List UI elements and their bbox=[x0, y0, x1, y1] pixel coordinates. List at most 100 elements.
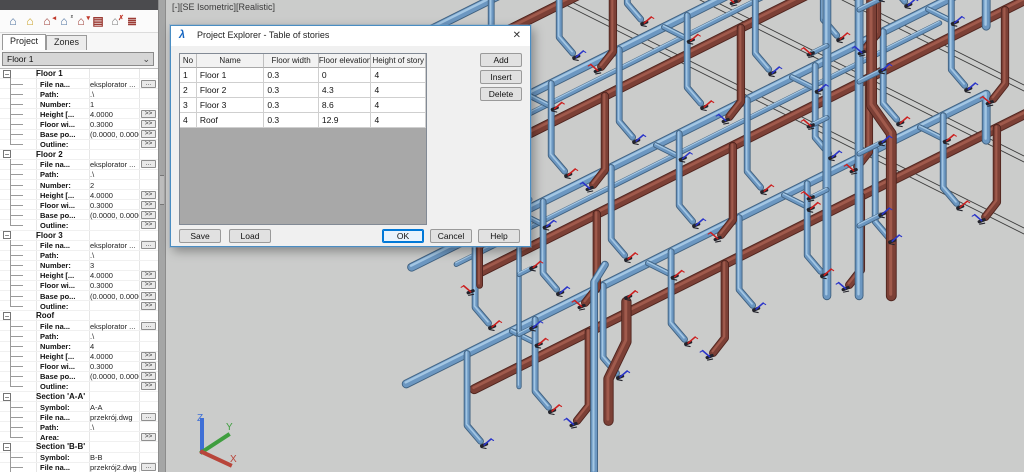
collapse-box-icon[interactable]: − bbox=[3, 150, 11, 158]
tree-node-header[interactable]: −Floor 1 bbox=[0, 69, 158, 79]
tree-prop-row[interactable]: Symbol:B-B bbox=[0, 453, 158, 463]
expand-value-button[interactable]: >> bbox=[141, 292, 156, 300]
house-delete-icon[interactable]: ⌂✗ bbox=[108, 14, 122, 29]
tree-prop-row[interactable]: Base po...(0.0000, 0.0000>> bbox=[0, 130, 158, 140]
table-cell[interactable]: 4 bbox=[371, 113, 426, 128]
table-cell[interactable]: 4.3 bbox=[319, 83, 372, 98]
table-cell[interactable]: Floor 2 bbox=[197, 83, 264, 98]
column-header[interactable]: No bbox=[180, 54, 197, 68]
expand-value-button[interactable]: >> bbox=[141, 191, 156, 199]
table-row[interactable]: 1Floor 10.304 bbox=[180, 68, 426, 83]
tree-prop-row[interactable]: File na...przekrój.dwg... bbox=[0, 412, 158, 422]
load-button[interactable]: Load bbox=[229, 229, 271, 243]
column-header[interactable]: Height of story bbox=[371, 54, 426, 68]
house-badge-icon[interactable]: ⌂² bbox=[57, 14, 71, 29]
expand-value-button[interactable]: >> bbox=[141, 211, 156, 219]
table-row[interactable]: 4Roof0.312.94 bbox=[180, 113, 426, 128]
expand-value-button[interactable]: >> bbox=[141, 352, 156, 360]
table-cell[interactable]: 12.9 bbox=[319, 113, 372, 128]
dialog-titlebar[interactable]: λ Project Explorer - Table of stories ✕ bbox=[171, 26, 530, 46]
expand-value-button[interactable]: >> bbox=[141, 433, 156, 441]
tree-prop-row[interactable]: Outline:>> bbox=[0, 220, 158, 230]
tree-prop-row[interactable]: Outline:>> bbox=[0, 301, 158, 311]
collapse-box-icon[interactable]: − bbox=[3, 70, 11, 78]
tree-prop-row[interactable]: Floor wi...0.3000>> bbox=[0, 200, 158, 210]
browse-button[interactable]: ... bbox=[141, 413, 156, 421]
table-cell[interactable]: 4 bbox=[371, 98, 426, 113]
house-arrow-in-icon[interactable]: ⌂◂ bbox=[40, 14, 54, 29]
tree-prop-row[interactable]: Path:.\ bbox=[0, 422, 158, 432]
expand-value-button[interactable]: >> bbox=[141, 372, 156, 380]
tree-prop-row[interactable]: File na...eksplorator ...... bbox=[0, 79, 158, 89]
help-button[interactable]: Help bbox=[478, 229, 520, 243]
browse-button[interactable]: ... bbox=[141, 463, 156, 471]
table-cell[interactable]: 3 bbox=[180, 98, 197, 113]
tree-prop-row[interactable]: Path:.\ bbox=[0, 251, 158, 261]
collapse-box-icon[interactable]: − bbox=[3, 443, 11, 451]
ok-button[interactable]: OK bbox=[382, 229, 424, 243]
tree-prop-row[interactable]: Base po...(0.0000, 0.0000>> bbox=[0, 372, 158, 382]
table-row[interactable]: 3Floor 30.38.64 bbox=[180, 98, 426, 113]
tab-project[interactable]: Project bbox=[2, 34, 46, 50]
add-button[interactable]: Add bbox=[480, 53, 522, 67]
tree-prop-row[interactable]: Floor wi...0.3000>> bbox=[0, 281, 158, 291]
tab-zones[interactable]: Zones bbox=[46, 35, 87, 50]
tree-prop-row[interactable]: Base po...(0.0000, 0.0000>> bbox=[0, 291, 158, 301]
expand-value-button[interactable]: >> bbox=[141, 110, 156, 118]
column-header[interactable]: Name bbox=[197, 54, 264, 68]
tree-prop-row[interactable]: Path:.\ bbox=[0, 331, 158, 341]
expand-value-button[interactable]: >> bbox=[141, 281, 156, 289]
browse-button[interactable]: ... bbox=[141, 322, 156, 330]
tree-prop-row[interactable]: Path:.\ bbox=[0, 170, 158, 180]
tree-prop-row[interactable]: Outline:>> bbox=[0, 382, 158, 392]
expand-value-button[interactable]: >> bbox=[141, 201, 156, 209]
tree-prop-row[interactable]: Height [...4.0000>> bbox=[0, 352, 158, 362]
tree-prop-row[interactable]: Floor wi...0.3000>> bbox=[0, 362, 158, 372]
save-button[interactable]: Save bbox=[179, 229, 221, 243]
table-cell[interactable]: Floor 1 bbox=[197, 68, 264, 83]
house-folder-icon[interactable]: ⌂ bbox=[23, 14, 37, 29]
table-cell[interactable]: 4 bbox=[180, 113, 197, 128]
cancel-button[interactable]: Cancel bbox=[430, 229, 472, 243]
tree-prop-row[interactable]: Height [...4.0000>> bbox=[0, 109, 158, 119]
table-cell[interactable]: Floor 3 bbox=[197, 98, 264, 113]
close-icon[interactable]: ✕ bbox=[513, 30, 521, 41]
tree-prop-row[interactable]: Number:1 bbox=[0, 99, 158, 109]
viewport-controls-label[interactable]: [-][SE Isometric][Realistic] bbox=[172, 2, 275, 12]
tree-prop-row[interactable]: Outline:>> bbox=[0, 140, 158, 150]
table-of-stories-icon[interactable]: ≣ bbox=[125, 14, 139, 29]
tree-prop-row[interactable]: Height [...4.0000>> bbox=[0, 190, 158, 200]
tree-prop-row[interactable]: File na...eksplorator ...... bbox=[0, 321, 158, 331]
floor-select-combo[interactable]: Floor 1 ⌄ bbox=[2, 52, 154, 66]
panel-splitter[interactable] bbox=[158, 0, 166, 472]
tree-prop-row[interactable]: Path:.\ bbox=[0, 89, 158, 99]
table-cell[interactable]: 0.3 bbox=[264, 113, 319, 128]
tree-prop-row[interactable]: Symbol:A-A bbox=[0, 402, 158, 412]
table-cell[interactable]: 8.6 bbox=[319, 98, 372, 113]
delete-button[interactable]: Delete bbox=[480, 87, 522, 101]
house-icon[interactable]: ⌂ bbox=[6, 14, 20, 29]
tree-prop-row[interactable]: File na...eksplorator ...... bbox=[0, 241, 158, 251]
expand-value-button[interactable]: >> bbox=[141, 140, 156, 148]
splitter-grip[interactable] bbox=[160, 175, 164, 205]
tree-node-header[interactable]: −Floor 2 bbox=[0, 150, 158, 160]
expand-value-button[interactable]: >> bbox=[141, 221, 156, 229]
table-cell[interactable]: 0.3 bbox=[264, 83, 319, 98]
building-columns-icon[interactable]: ▤ bbox=[91, 14, 105, 29]
table-cell[interactable]: 4 bbox=[371, 83, 426, 98]
table-cell[interactable]: 4 bbox=[371, 68, 426, 83]
tree-prop-row[interactable]: Area:>> bbox=[0, 432, 158, 442]
table-cell[interactable]: 2 bbox=[180, 83, 197, 98]
tree-prop-row[interactable]: File na...przekrój2.dwg... bbox=[0, 463, 158, 472]
expand-value-button[interactable]: >> bbox=[141, 271, 156, 279]
tree-prop-row[interactable]: Number:4 bbox=[0, 342, 158, 352]
browse-button[interactable]: ... bbox=[141, 160, 156, 168]
expand-value-button[interactable]: >> bbox=[141, 120, 156, 128]
browse-button[interactable]: ... bbox=[141, 241, 156, 249]
table-cell[interactable]: 0.3 bbox=[264, 68, 319, 83]
table-cell[interactable]: Roof bbox=[197, 113, 264, 128]
tree-node-header[interactable]: −Floor 3 bbox=[0, 231, 158, 241]
tree-prop-row[interactable]: Number:2 bbox=[0, 180, 158, 190]
tree-prop-row[interactable]: Number:3 bbox=[0, 261, 158, 271]
expand-value-button[interactable]: >> bbox=[141, 362, 156, 370]
